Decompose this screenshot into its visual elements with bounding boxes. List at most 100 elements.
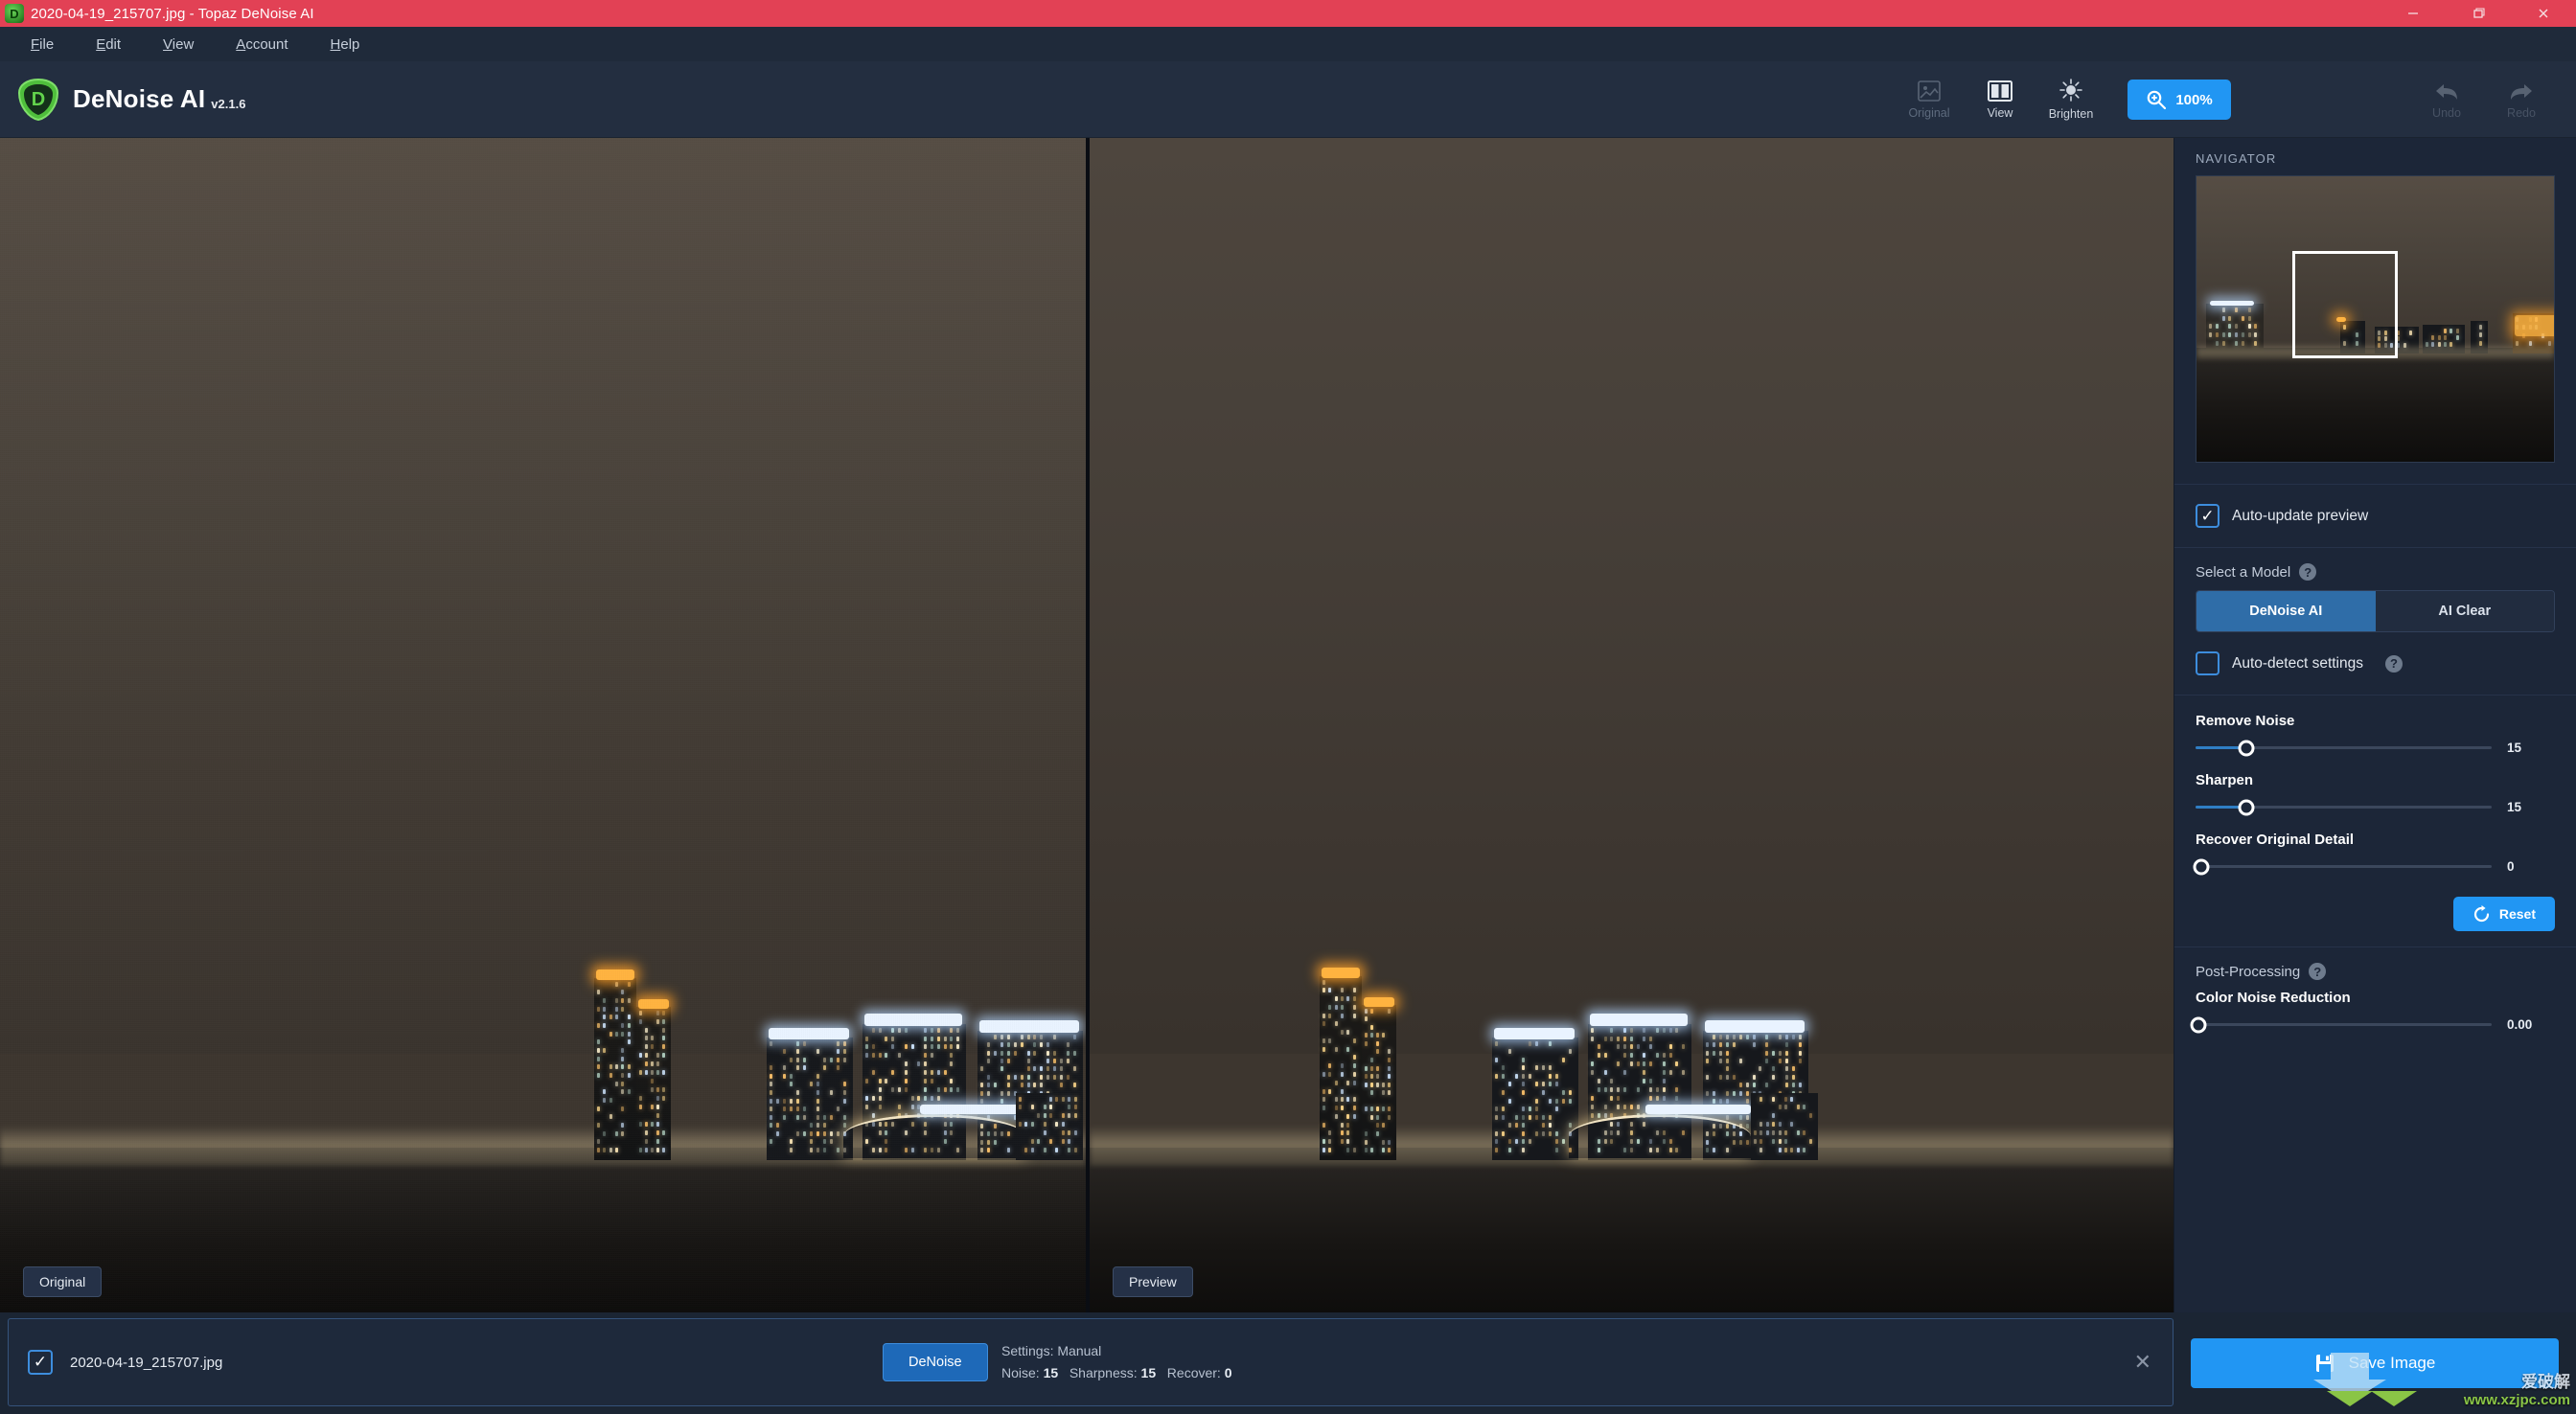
navigator-viewport-rect[interactable]: [2292, 251, 2398, 358]
recover-detail-track[interactable]: [2196, 865, 2492, 868]
color-noise-reduction-slider-row[interactable]: 0.00: [2196, 1017, 2555, 1032]
denoise-shield-icon: D: [17, 78, 59, 122]
select-model-title: Select a Model: [2196, 564, 2290, 581]
sun-icon: [2058, 79, 2084, 103]
menu-item-file[interactable]: File: [10, 33, 75, 57]
remove-noise-track[interactable]: [2196, 746, 2492, 749]
menu-item-view[interactable]: View: [142, 33, 215, 57]
view-button-label: View: [1988, 106, 2013, 120]
color-noise-reduction-value: 0.00: [2507, 1017, 2555, 1032]
auto-detect-settings-checkbox[interactable]: [2196, 651, 2220, 675]
auto-detect-settings-row[interactable]: Auto-detect settings ?: [2174, 632, 2576, 695]
navigator-title: NAVIGATOR: [2174, 138, 2576, 175]
sharpen-knob[interactable]: [2238, 799, 2254, 815]
app-logo-icon: D: [5, 4, 24, 23]
select-model-heading: Select a Model ?: [2174, 548, 2576, 590]
original-image-pane[interactable]: Original: [0, 138, 1086, 1312]
undo-redo-group: Undo Redo: [2409, 61, 2559, 138]
menu-item-edit[interactable]: Edit: [75, 33, 142, 57]
auto-detect-settings-label: Auto-detect settings: [2232, 655, 2363, 673]
save-area: Save Image 爱破解 www.xzjpc.com: [2174, 1312, 2576, 1414]
auto-update-preview-row[interactable]: ✓ Auto-update preview: [2174, 485, 2576, 547]
file-list-strip: ✓ 2020-04-19_215707.jpg DeNoise Settings…: [8, 1318, 2174, 1406]
brand-name: DeNoise AI: [73, 84, 205, 114]
file-settings-summary: Settings: Manual Noise: 15 Sharpness: 15…: [1001, 1340, 1232, 1384]
window-title: 2020-04-19_215707.jpg - Topaz DeNoise AI: [31, 6, 314, 22]
minimize-icon[interactable]: [2380, 0, 2446, 27]
recover-param-value: 0: [1225, 1365, 1232, 1380]
undo-button[interactable]: Undo: [2409, 66, 2484, 133]
original-button[interactable]: Original: [1894, 66, 1965, 133]
sharpen-label: Sharpen: [2196, 772, 2555, 788]
remove-noise-value: 15: [2507, 741, 2555, 755]
file-row-name: 2020-04-19_215707.jpg: [70, 1355, 222, 1371]
model-option-ai-clear[interactable]: AI Clear: [2376, 591, 2555, 631]
menu-item-account[interactable]: Account: [215, 33, 309, 57]
image-viewer[interactable]: Original Preview: [0, 138, 2174, 1312]
recover-detail-slider-block: Recover Original Detail 0: [2174, 832, 2576, 874]
reset-row: Reset: [2174, 891, 2576, 946]
help-icon-model[interactable]: ?: [2299, 563, 2316, 581]
sharpen-track[interactable]: [2196, 806, 2492, 809]
checkmark-icon-file: ✓: [34, 1353, 47, 1372]
remove-noise-knob[interactable]: [2238, 740, 2254, 756]
app-header: D DeNoise AI v2.1.6 Original View Bright…: [0, 61, 2576, 138]
settings-params-line: Noise: 15 Sharpness: 15 Recover: 0: [1001, 1362, 1232, 1384]
redo-button[interactable]: Redo: [2484, 66, 2559, 133]
navigator-thumbnail[interactable]: [2196, 175, 2555, 463]
model-option-denoise-ai[interactable]: DeNoise AI: [2196, 591, 2376, 631]
menu-bar: File Edit View Account Help: [0, 27, 2576, 61]
restore-icon[interactable]: [2446, 0, 2511, 27]
post-processing-title: Post-Processing: [2196, 964, 2300, 980]
save-disk-icon: [2314, 1353, 2335, 1374]
brand: D DeNoise AI v2.1.6: [17, 78, 245, 122]
denoise-button[interactable]: DeNoise: [883, 1343, 988, 1381]
auto-update-preview-checkbox[interactable]: ✓: [2196, 504, 2220, 528]
skyline-graphic-preview: [1090, 667, 2174, 1160]
menu-label-file-rest: ile: [39, 36, 54, 53]
reset-button-label: Reset: [2499, 906, 2536, 922]
noise-param-value: 15: [1044, 1365, 1059, 1380]
color-noise-reduction-block: Color Noise Reduction 0.00: [2174, 990, 2576, 1032]
color-noise-reduction-track[interactable]: [2196, 1023, 2492, 1026]
undo-button-label: Undo: [2432, 106, 2461, 120]
auto-update-preview-label: Auto-update preview: [2232, 508, 2368, 525]
sharpen-slider-row[interactable]: 15: [2196, 800, 2555, 814]
checkmark-icon: ✓: [2200, 508, 2214, 524]
view-button[interactable]: View: [1965, 66, 2036, 133]
help-icon-auto-detect[interactable]: ?: [2385, 655, 2403, 673]
save-image-button[interactable]: Save Image: [2191, 1338, 2559, 1388]
recover-detail-knob[interactable]: [2194, 858, 2210, 875]
menu-item-help[interactable]: Help: [310, 33, 381, 57]
recover-detail-value: 0: [2507, 859, 2555, 874]
redo-button-label: Redo: [2507, 106, 2536, 120]
color-noise-reduction-knob[interactable]: [2191, 1016, 2207, 1033]
settings-mode-line: Settings: Manual: [1001, 1340, 1232, 1362]
noise-param-label: Noise:: [1001, 1365, 1040, 1380]
color-noise-reduction-label: Color Noise Reduction: [2196, 990, 2555, 1006]
file-row-checkbox[interactable]: ✓: [28, 1350, 53, 1375]
reset-button[interactable]: Reset: [2453, 897, 2555, 931]
watermark-text-url: www.xzjpc.com: [2464, 1392, 2570, 1408]
preview-photo: [1090, 138, 2174, 1312]
menu-label-edit-rest: dit: [105, 36, 121, 53]
recover-detail-label: Recover Original Detail: [2196, 832, 2555, 848]
view-toolbar: Original View Brighten 100%: [1894, 61, 2231, 138]
menu-label-help-rest: elp: [340, 36, 359, 53]
brighten-button[interactable]: Brighten: [2036, 66, 2106, 133]
model-selector[interactable]: DeNoise AI AI Clear: [2196, 590, 2555, 632]
preview-image-pane[interactable]: Preview: [1090, 138, 2174, 1312]
recover-detail-slider-row[interactable]: 0: [2196, 859, 2555, 874]
remove-noise-slider-row[interactable]: 15: [2196, 741, 2555, 755]
image-icon: [1917, 80, 1942, 103]
help-icon-post-processing[interactable]: ?: [2309, 963, 2326, 980]
remove-file-close-icon[interactable]: ✕: [2134, 1350, 2151, 1375]
close-icon[interactable]: [2511, 0, 2576, 27]
title-bar: D 2020-04-19_215707.jpg - Topaz DeNoise …: [0, 0, 2576, 27]
zoom-level-value: 100%: [2175, 92, 2212, 108]
original-pane-tag[interactable]: Original: [23, 1266, 102, 1297]
zoom-level-button[interactable]: 100%: [2128, 80, 2231, 120]
post-processing-heading: Post-Processing ?: [2174, 947, 2576, 990]
preview-pane-tag[interactable]: Preview: [1113, 1266, 1193, 1297]
settings-sidebar: NAVIGATOR ✓ Auto-update preview Select a…: [2174, 138, 2576, 1312]
